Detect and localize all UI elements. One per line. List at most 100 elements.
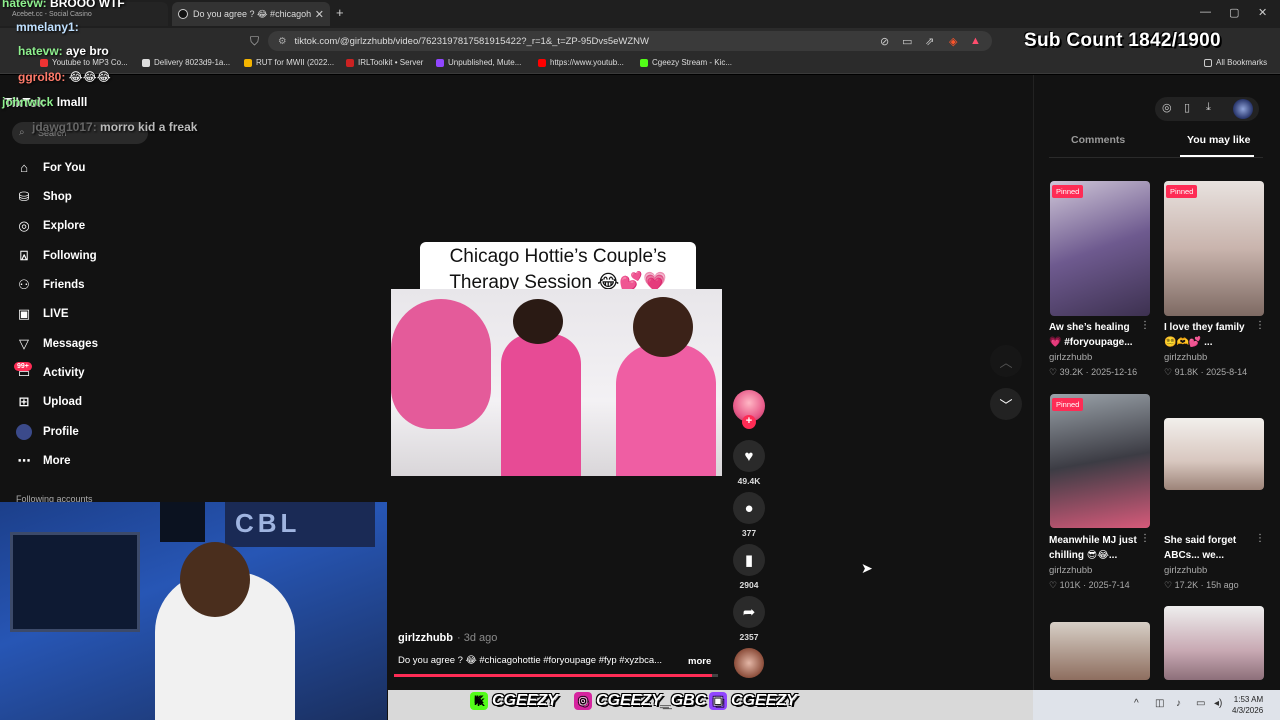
site-info-icon[interactable]: ⚙: [278, 36, 287, 47]
pinned-badge: Pinned: [1052, 398, 1084, 411]
bookmark-star-icon[interactable]: ⛉: [250, 34, 259, 49]
tab-comments[interactable]: Comments: [1071, 134, 1125, 146]
nav-friends[interactable]: ⚇ Friends: [16, 277, 84, 293]
youtube-icon: [538, 58, 546, 67]
more-options-icon[interactable]: ⋮: [1140, 533, 1150, 544]
nav-live[interactable]: ▣ LIVE: [16, 306, 69, 322]
chat-message: hatevw: BROOO WTF: [2, 0, 125, 10]
tab-divider: [1049, 157, 1263, 158]
bookmark-item[interactable]: https://www.youtub...: [538, 58, 624, 67]
search-icon: ⌕: [19, 127, 25, 138]
nav-explore[interactable]: ◎ Explore: [16, 218, 85, 234]
shop-icon: ⛁: [18, 189, 30, 204]
more-options-icon[interactable]: ⋮: [1255, 320, 1265, 331]
card-author[interactable]: girlzzhubb: [1049, 565, 1092, 576]
previous-video-button[interactable]: ︿: [990, 345, 1022, 377]
bookmark-icon: [40, 58, 48, 67]
profile-avatar-icon: [16, 424, 32, 440]
author-avatar[interactable]: +: [733, 390, 765, 429]
video-player[interactable]: [391, 289, 722, 476]
bookmark-item[interactable]: Youtube to MP3 Co...: [40, 58, 128, 67]
nav-profile[interactable]: Profile: [16, 424, 79, 440]
video-author[interactable]: girlzzhubb · 3d ago: [398, 632, 497, 644]
bookmark-item[interactable]: Delivery 8023d9-1a...: [142, 58, 230, 67]
bookmark-item[interactable]: RUT for MWII (2022...: [244, 58, 334, 67]
bookmarks-bar: Youtube to MP3 Co... Delivery 8023d9-1a.…: [0, 54, 1280, 74]
nav-more[interactable]: ⋯ More: [16, 453, 71, 469]
card-title[interactable]: She said forget ABCs... we...: [1164, 533, 1259, 563]
nav-for-you[interactable]: ⌂ For You: [16, 160, 85, 175]
video-progress-bar[interactable]: [394, 674, 718, 677]
url-text: tiktok.com/@girlzzhubb/video/76231978175…: [294, 35, 650, 47]
video-person-head: [633, 297, 693, 357]
pinned-badge: Pinned: [1052, 185, 1084, 198]
streamer-webcam: CBL: [0, 502, 387, 720]
video-person-head: [513, 299, 563, 344]
compass-icon[interactable]: ◎: [1162, 101, 1172, 114]
save-button[interactable]: ▮: [733, 544, 765, 576]
cast-icon[interactable]: ▭: [902, 35, 912, 48]
video-thumbnail[interactable]: Pinned: [1050, 181, 1150, 316]
more-icon: ⋯: [17, 453, 31, 468]
tab-you-may-like[interactable]: You may like: [1187, 134, 1250, 146]
video-thumbnail[interactable]: [1164, 418, 1264, 490]
minimize-window-button[interactable]: —: [1200, 6, 1211, 18]
like-button[interactable]: ♥: [733, 440, 765, 472]
nav-shop[interactable]: ⛁ Shop: [16, 189, 72, 205]
comment-button[interactable]: ●: [733, 492, 765, 524]
user-avatar[interactable]: [1233, 99, 1253, 119]
twitch-icon: ▣: [709, 692, 727, 710]
more-link[interactable]: more: [688, 656, 711, 667]
rewards-icon[interactable]: ▲: [970, 35, 981, 47]
share-button[interactable]: ➦: [733, 596, 765, 628]
display-icon[interactable]: ▭: [1196, 698, 1205, 709]
music-disc-icon[interactable]: [734, 648, 764, 678]
phone-icon[interactable]: ▯: [1184, 101, 1190, 114]
more-options-icon[interactable]: ⋮: [1255, 533, 1265, 544]
maximize-window-button[interactable]: ▢: [1229, 6, 1239, 19]
card-author[interactable]: girlzzhubb: [1164, 352, 1207, 363]
close-tab-icon[interactable]: ✕: [315, 8, 324, 21]
network-icon[interactable]: ◫: [1155, 698, 1164, 709]
microphone-icon[interactable]: ♪: [1176, 698, 1181, 709]
folder-icon: [1204, 58, 1212, 67]
card-author[interactable]: girlzzhubb: [1164, 565, 1207, 576]
comment-icon: ●: [744, 499, 754, 517]
card-title[interactable]: Meanwhile MJ just chilling 😎😂...: [1049, 533, 1144, 563]
video-thumbnail[interactable]: [1164, 606, 1264, 680]
more-options-icon[interactable]: ⋮: [1140, 320, 1150, 331]
video-progress-fill: [394, 674, 712, 677]
bookmark-item[interactable]: Cgeezy Stream - Kic...: [640, 58, 732, 67]
card-author[interactable]: girlzzhubb: [1049, 352, 1092, 363]
next-video-button[interactable]: ﹀: [990, 388, 1022, 420]
follow-plus-icon[interactable]: +: [742, 415, 756, 429]
sub-count-overlay: Sub Count 1842/1900: [1024, 30, 1221, 51]
all-bookmarks[interactable]: All Bookmarks: [1204, 58, 1267, 67]
card-title[interactable]: Aw she’s healing 💗 #foryoupage...: [1049, 320, 1144, 350]
nav-upload[interactable]: ⊞ Upload: [16, 394, 82, 410]
nav-following[interactable]: ⍓ Following: [16, 248, 97, 264]
chat-message: hatevw: aye bro: [18, 44, 109, 58]
card-meta: ♡ 39.2K · 2025-12-16: [1049, 367, 1138, 377]
card-title[interactable]: I love they family 😵‍💫🫶💕 ...: [1164, 320, 1259, 350]
bookmark-item[interactable]: Unpublished, Mute...: [436, 58, 521, 67]
video-thumbnail[interactable]: [1050, 622, 1150, 680]
chevron-up-icon[interactable]: ^: [1134, 698, 1139, 709]
nav-messages[interactable]: ▽ Messages: [16, 336, 98, 352]
chevron-up-icon: ︿: [999, 354, 1013, 370]
tracking-off-icon[interactable]: ⊘: [880, 35, 889, 48]
brave-shield-icon[interactable]: ◈: [949, 35, 957, 48]
download-icon[interactable]: ⤓: [1206, 101, 1211, 114]
card-meta: ♡ 91.8K · 2025-8-14: [1164, 367, 1248, 377]
system-clock[interactable]: 1:53 AM 4/3/2026: [1232, 694, 1263, 716]
browser-tab-tiktok[interactable]: Do you agree ? 😂 #chicagoh ✕: [172, 2, 330, 26]
volume-icon[interactable]: ◂): [1214, 698, 1222, 709]
video-thumbnail[interactable]: Pinned: [1164, 181, 1264, 316]
new-tab-button[interactable]: +: [336, 5, 344, 20]
bookmark-item[interactable]: IRLToolkit • Server: [346, 58, 423, 67]
share-icon[interactable]: ⇗: [925, 35, 934, 48]
home-icon: ⌂: [20, 160, 28, 175]
messages-icon: ▽: [19, 336, 29, 351]
close-window-button[interactable]: ✕: [1258, 6, 1267, 19]
video-thumbnail[interactable]: Pinned: [1050, 394, 1150, 528]
